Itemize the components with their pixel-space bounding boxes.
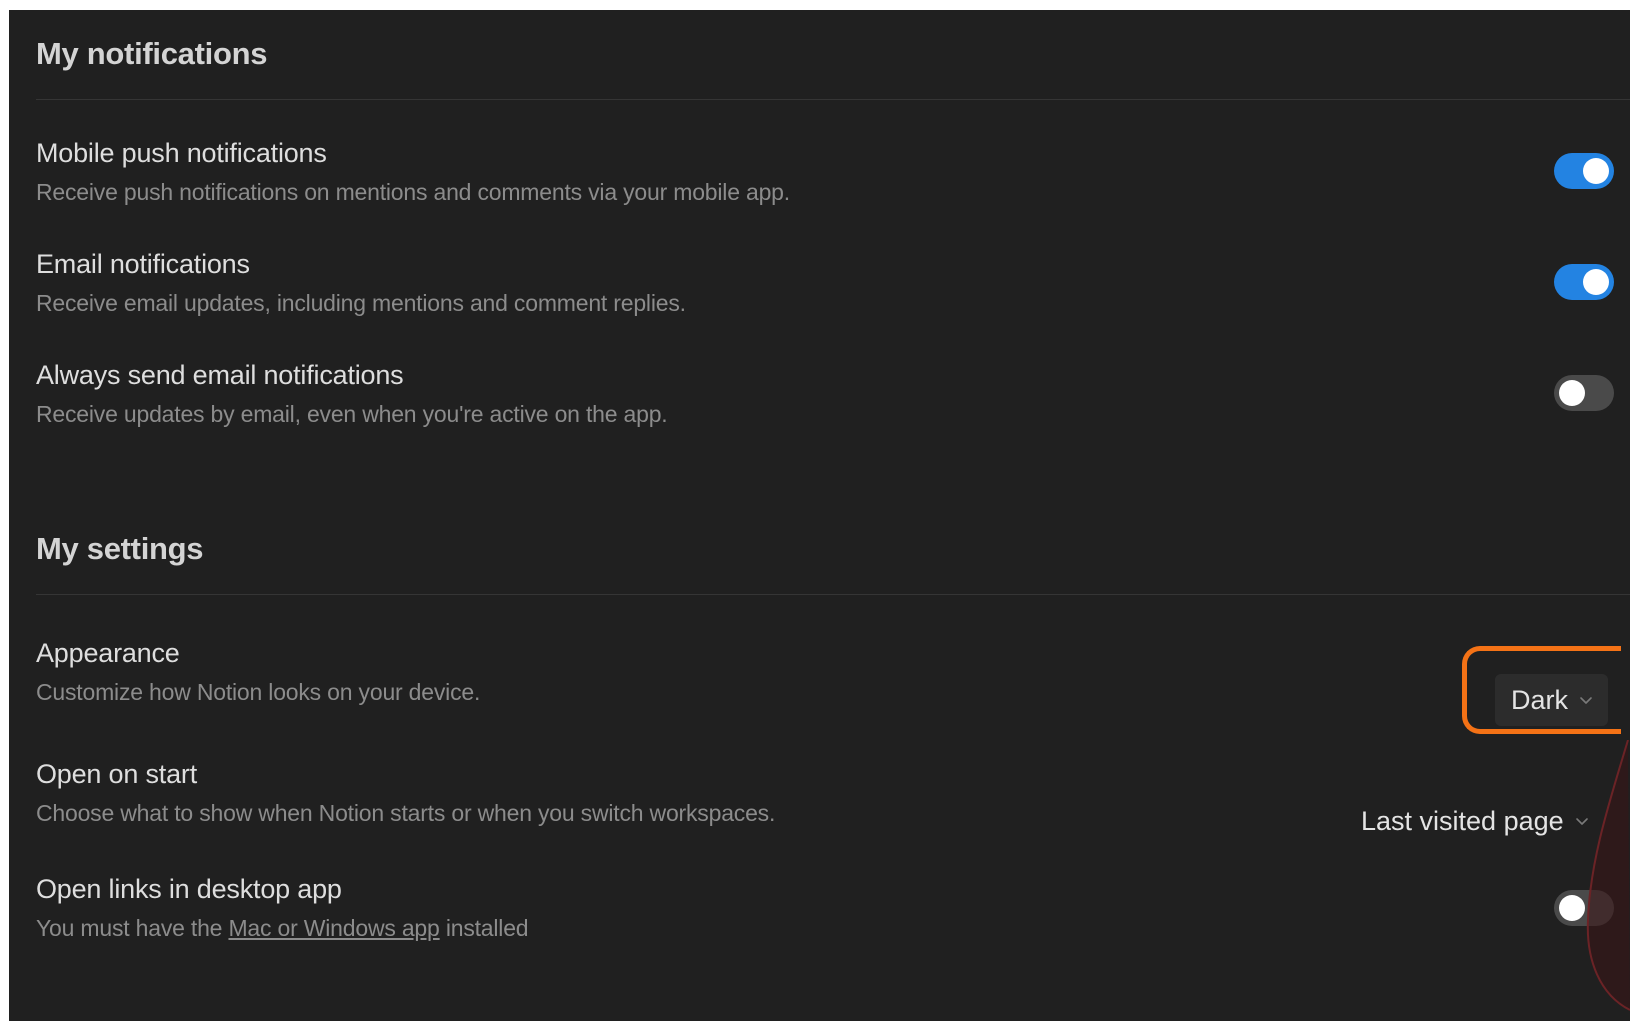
setting-row-email: Email notifications Receive email update… xyxy=(36,249,1630,339)
always-send-email-toggle[interactable] xyxy=(1554,375,1614,411)
settings-panel: My notifications Mobile push notificatio… xyxy=(9,10,1630,1021)
setting-description: Receive push notifications on mentions a… xyxy=(36,179,790,205)
setting-label: Mobile push notifications xyxy=(36,138,327,168)
setting-description: Receive updates by email, even when you'… xyxy=(36,401,668,427)
setting-row-appearance: Appearance Customize how Notion looks on… xyxy=(36,638,1630,728)
toggle-knob xyxy=(1583,269,1609,295)
setting-row-mobile-push: Mobile push notifications Receive push n… xyxy=(36,138,1630,228)
open-on-start-select-value: Last visited page xyxy=(1361,805,1564,836)
highlight-annotation xyxy=(1462,646,1621,734)
description-suffix: installed xyxy=(439,915,529,941)
setting-row-always-email: Always send email notifications Receive … xyxy=(36,360,1630,450)
toggle-knob xyxy=(1559,380,1585,406)
setting-row-open-links: Open links in desktop app You must have … xyxy=(36,874,1630,964)
setting-label: Open on start xyxy=(36,759,197,789)
setting-description: Choose what to show when Notion starts o… xyxy=(36,800,776,826)
notifications-section-title: My notifications xyxy=(36,36,268,71)
toggle-knob xyxy=(1583,158,1609,184)
pen-annotation-stroke xyxy=(1586,740,1630,1011)
notifications-divider xyxy=(36,99,1630,100)
screenshot-frame: My notifications Mobile push notificatio… xyxy=(0,0,1630,1021)
setting-description: Receive email updates, including mention… xyxy=(36,290,686,316)
email-notifications-toggle[interactable] xyxy=(1554,264,1614,300)
setting-description: You must have the Mac or Windows app ins… xyxy=(36,915,529,942)
setting-description: Customize how Notion looks on your devic… xyxy=(36,679,481,705)
setting-label: Email notifications xyxy=(36,249,250,279)
settings-section-title: My settings xyxy=(36,531,204,566)
setting-label: Open links in desktop app xyxy=(36,874,342,904)
settings-divider xyxy=(36,594,1630,595)
mobile-push-toggle[interactable] xyxy=(1554,153,1614,189)
setting-label: Appearance xyxy=(36,638,180,668)
open-on-start-select[interactable]: Last visited page xyxy=(1361,795,1590,847)
desktop-app-link[interactable]: Mac or Windows app xyxy=(228,915,439,941)
description-prefix: You must have the xyxy=(36,915,229,941)
setting-label: Always send email notifications xyxy=(36,360,404,390)
